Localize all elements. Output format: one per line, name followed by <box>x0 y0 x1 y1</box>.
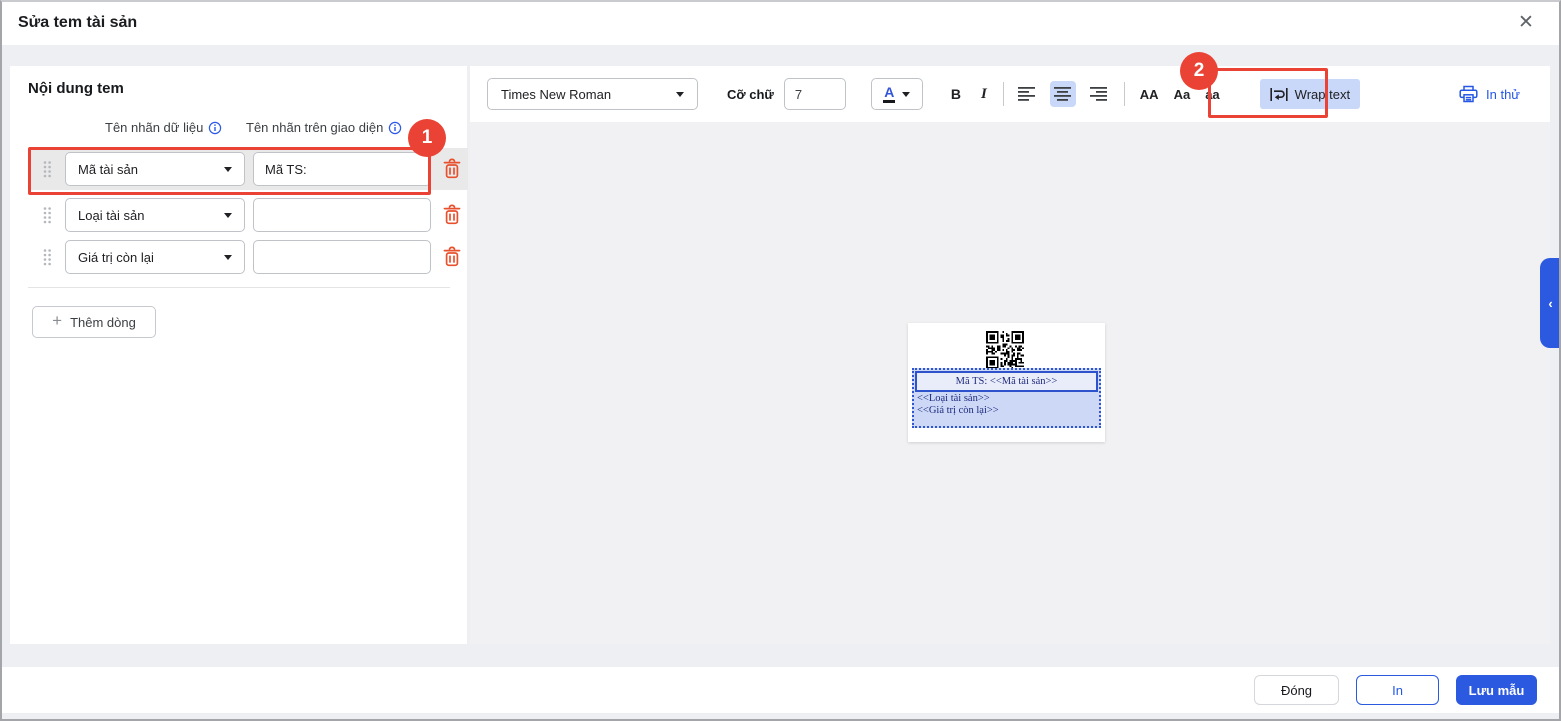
info-icon[interactable] <box>388 121 402 135</box>
column-header-ui-label: Tên nhãn trên giao diện <box>246 120 402 135</box>
panel-heading: Nội dung tem <box>28 80 124 97</box>
align-center-icon <box>1054 87 1071 101</box>
save-template-button[interactable]: Lưu mẫu <box>1456 675 1537 705</box>
table-row: Giá trị còn lại <box>30 236 468 278</box>
font-color-button[interactable]: A <box>871 78 923 110</box>
preview-line-1: Mã TS: <<Mã tài sản>> <box>956 376 1058 387</box>
wrap-text-icon <box>1270 87 1288 102</box>
selected-field: Loại tài sản <box>78 208 145 223</box>
chevron-left-icon: ‹ <box>1548 296 1552 311</box>
divider <box>1124 82 1125 106</box>
data-field-select[interactable]: Loại tài sản <box>65 198 245 232</box>
align-right-button[interactable] <box>1086 81 1112 107</box>
add-row-button[interactable]: + Thêm dòng <box>32 306 156 338</box>
align-center-button[interactable] <box>1050 81 1076 107</box>
delete-row-icon[interactable] <box>442 158 464 180</box>
ui-label-input[interactable] <box>253 152 431 186</box>
lowercase-button[interactable]: aa <box>1205 87 1219 102</box>
preview-text-block[interactable]: Mã TS: <<Mã tài sản>> <<Loại tài sản>> <… <box>912 368 1101 428</box>
info-icon[interactable] <box>208 121 222 135</box>
uppercase-button[interactable]: AA <box>1140 87 1159 102</box>
preview-line-3: <<Giá trị còn lại>> <box>914 405 1099 417</box>
label-preview-card: Mã TS: <<Mã tài sản>> <<Loại tài sản>> <… <box>908 323 1105 442</box>
delete-row-icon[interactable] <box>442 204 464 226</box>
bold-button[interactable]: B <box>951 86 961 102</box>
font-color-icon: A <box>883 85 895 103</box>
delete-row-icon[interactable] <box>442 246 464 268</box>
chevron-down-icon <box>224 167 232 172</box>
printer-icon <box>1459 85 1478 103</box>
divider <box>1003 82 1004 106</box>
dialog-title: Sửa tem tài sản <box>18 0 137 45</box>
wrap-text-button[interactable]: Wrap text <box>1260 79 1360 109</box>
font-size-label: Cỡ chữ <box>727 87 774 102</box>
font-family-value: Times New Roman <box>501 87 611 102</box>
column-header-data-label: Tên nhãn dữ liệu <box>105 120 222 135</box>
drag-handle-icon[interactable] <box>42 248 52 267</box>
collapse-panel-tab[interactable]: ‹ <box>1540 258 1561 348</box>
ui-label-input[interactable] <box>253 240 431 274</box>
format-toolbar: Times New Roman Cỡ chữ A B I <box>470 66 1550 122</box>
dialog-footer: Đóng In Lưu mẫu <box>0 667 1561 713</box>
table-row: Mã tài sản <box>30 148 468 190</box>
selected-field: Mã tài sản <box>78 162 138 177</box>
column-header-text: Tên nhãn dữ liệu <box>105 120 203 135</box>
data-field-select[interactable]: Mã tài sản <box>65 152 245 186</box>
design-canvas[interactable]: Mã TS: <<Mã tài sản>> <<Loại tài sản>> <… <box>470 122 1550 644</box>
font-family-select[interactable]: Times New Roman <box>487 78 698 110</box>
align-right-icon <box>1090 87 1107 101</box>
selected-field: Giá trị còn lại <box>78 250 154 265</box>
align-left-icon <box>1018 87 1035 101</box>
drag-handle-icon[interactable] <box>42 206 52 225</box>
chevron-down-icon <box>224 255 232 260</box>
chevron-down-icon <box>902 92 910 97</box>
chevron-down-icon <box>224 213 232 218</box>
capitalize-button[interactable]: Aa <box>1174 87 1191 102</box>
column-header-text: Tên nhãn trên giao diện <box>246 120 383 135</box>
ui-label-input[interactable] <box>253 198 431 232</box>
preview-selected-line[interactable]: Mã TS: <<Mã tài sản>> <box>915 371 1098 392</box>
preview-line-2: <<Loại tài sản>> <box>914 393 1099 405</box>
wrap-text-label: Wrap text <box>1295 87 1350 102</box>
qr-code <box>986 331 1024 369</box>
italic-button[interactable]: I <box>981 86 987 103</box>
close-icon[interactable]: ✕ <box>1513 10 1539 36</box>
add-row-label: Thêm dòng <box>70 315 136 330</box>
table-row: Loại tài sản <box>30 194 468 236</box>
print-test-link[interactable]: In thử <box>1459 85 1520 103</box>
dialog-titlebar: Sửa tem tài sản ✕ <box>0 0 1561 45</box>
annotation-badge-step2: 2 <box>1180 52 1218 90</box>
close-button[interactable]: Đóng <box>1254 675 1339 705</box>
print-button[interactable]: In <box>1356 675 1439 705</box>
label-content-panel: Nội dung tem Tên nhãn dữ liệu Tên nhãn t… <box>10 66 467 644</box>
print-test-label: In thử <box>1486 87 1520 102</box>
chevron-down-icon <box>676 92 684 97</box>
font-size-input[interactable] <box>784 78 846 110</box>
divider <box>28 287 450 288</box>
data-field-select[interactable]: Giá trị còn lại <box>65 240 245 274</box>
align-left-button[interactable] <box>1014 81 1040 107</box>
drag-handle-icon[interactable] <box>42 160 52 179</box>
annotation-badge-step1: 1 <box>408 119 446 157</box>
plus-icon: + <box>52 311 62 331</box>
label-designer-panel: Times New Roman Cỡ chữ A B I <box>470 66 1550 644</box>
